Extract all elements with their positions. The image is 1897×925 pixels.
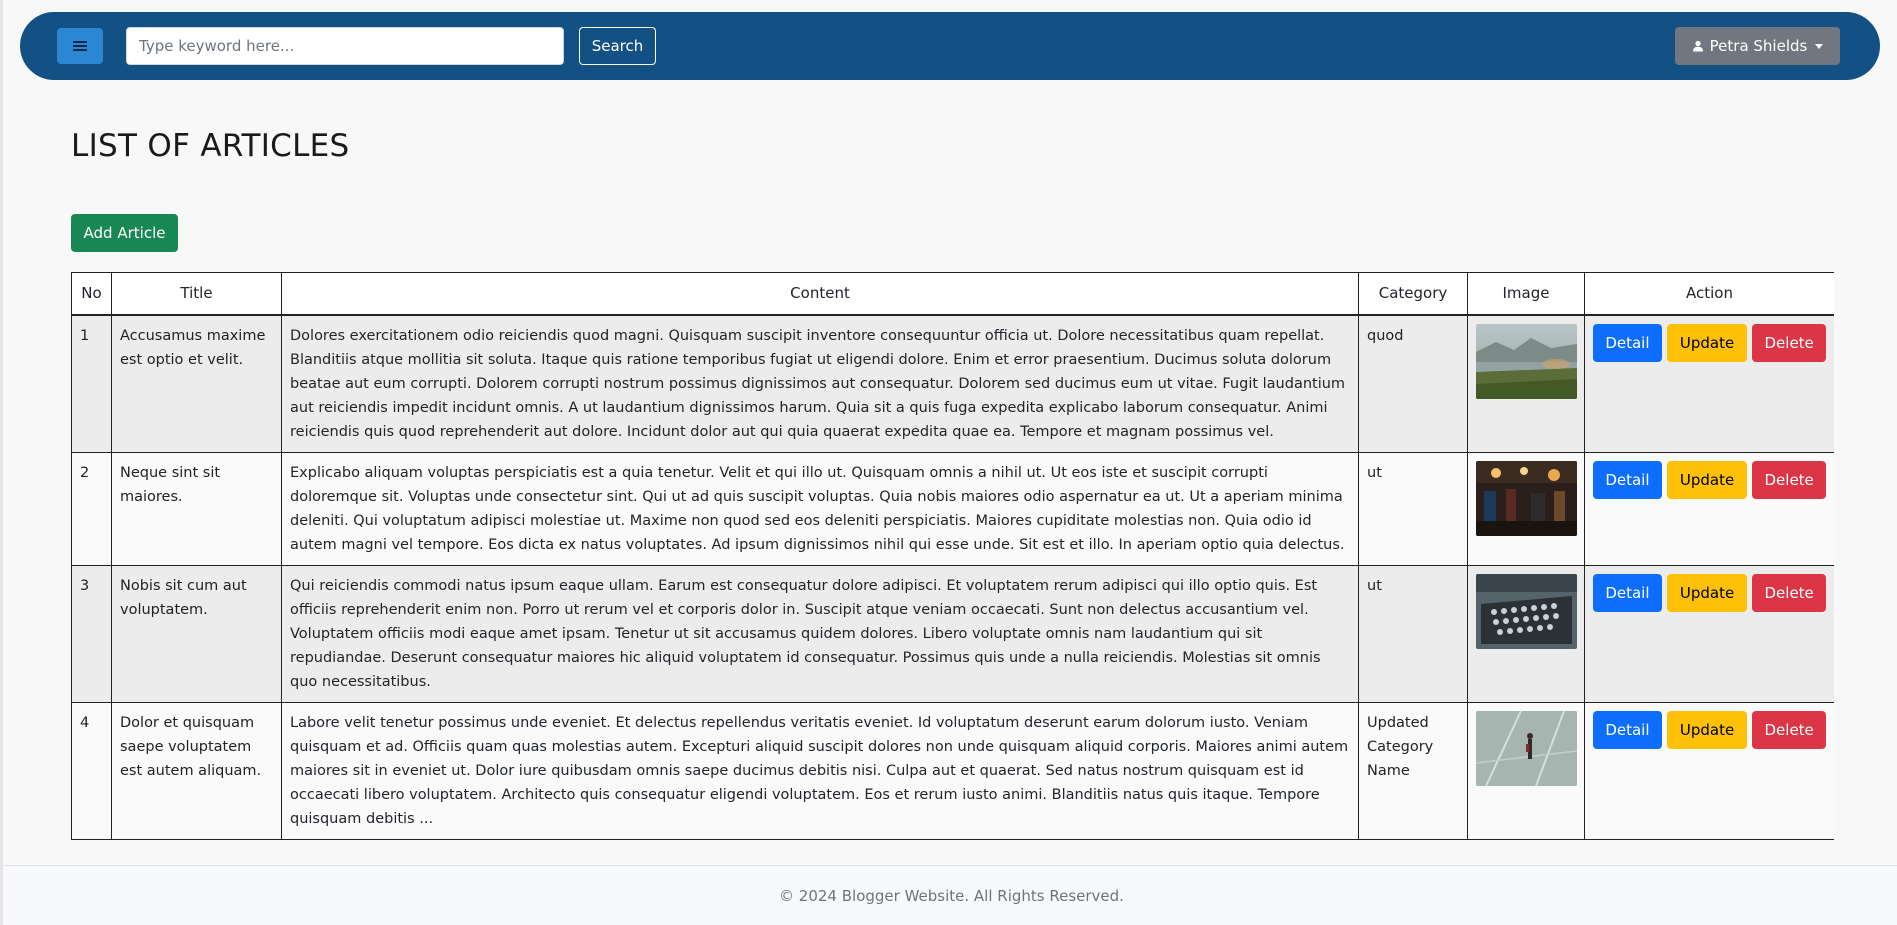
- detail-button[interactable]: Detail: [1593, 573, 1662, 612]
- row-title: Neque sint sit maiores.: [111, 451, 282, 566]
- delete-button[interactable]: Delete: [1752, 573, 1826, 612]
- page-footer: © 2024 Blogger Website. All Rights Reser…: [3, 865, 1897, 925]
- header-content: Content: [281, 272, 1359, 315]
- row-content: Explicabo aliquam voluptas perspiciatis …: [281, 451, 1359, 566]
- table-row: 2 Neque sint sit maiores. Explicabo aliq…: [71, 451, 1834, 566]
- row-actions: Detail Update Delete: [1584, 564, 1834, 703]
- update-button[interactable]: Update: [1666, 573, 1748, 612]
- table-row: 4 Dolor et quisquam saepe voluptatem est…: [71, 701, 1834, 840]
- user-name: Petra Shields: [1709, 37, 1808, 55]
- person-icon: [1692, 40, 1703, 52]
- landscape-lake-photo: [1476, 323, 1577, 399]
- row-content: Labore velit tenetur possimus unde eveni…: [281, 701, 1359, 840]
- row-number: 2: [71, 451, 112, 566]
- row-category: Updated Category Name: [1358, 701, 1468, 840]
- row-title: Dolor et quisquam saepe voluptatem est a…: [111, 701, 282, 840]
- row-category: quod: [1358, 314, 1468, 453]
- row-image-cell: [1467, 701, 1585, 840]
- menu-toggle-button[interactable]: [57, 28, 103, 64]
- row-actions: Detail Update Delete: [1584, 701, 1834, 840]
- person-walking-photo: [1476, 710, 1577, 786]
- table-row: 3 Nobis sit cum aut voluptatem. Qui reic…: [71, 564, 1834, 703]
- articles-table: No Title Content Category Image Action 1…: [71, 272, 1834, 840]
- add-article-button[interactable]: Add Article: [71, 214, 178, 252]
- hamburger-icon: [73, 41, 87, 51]
- header-action: Action: [1584, 272, 1834, 315]
- row-actions: Detail Update Delete: [1584, 451, 1834, 566]
- typewriter-photo: [1476, 573, 1577, 649]
- row-content: Qui reiciendis commodi natus ipsum eaque…: [281, 564, 1359, 703]
- row-number: 3: [71, 564, 112, 703]
- table-row: 1 Accusamus maxime est optio et velit. D…: [71, 314, 1834, 453]
- detail-button[interactable]: Detail: [1593, 323, 1662, 362]
- row-number: 4: [71, 701, 112, 840]
- search-input[interactable]: [126, 27, 564, 65]
- table-header-row: No Title Content Category Image Action: [71, 272, 1834, 315]
- user-dropdown-button[interactable]: Petra Shields: [1675, 27, 1840, 65]
- page-title: LIST OF ARTICLES: [71, 128, 350, 164]
- delete-button[interactable]: Delete: [1752, 323, 1826, 362]
- detail-button[interactable]: Detail: [1593, 710, 1662, 749]
- header-image: Image: [1467, 272, 1585, 315]
- row-content: Dolores exercitationem odio reiciendis q…: [281, 314, 1359, 453]
- row-actions: Detail Update Delete: [1584, 314, 1834, 453]
- row-image-cell: [1467, 564, 1585, 703]
- delete-button[interactable]: Delete: [1752, 710, 1826, 749]
- update-button[interactable]: Update: [1666, 710, 1748, 749]
- detail-button[interactable]: Detail: [1593, 460, 1662, 499]
- row-title: Accusamus maxime est optio et velit.: [111, 314, 282, 453]
- update-button[interactable]: Update: [1666, 460, 1748, 499]
- chevron-down-icon: [1815, 43, 1824, 49]
- top-navbar: Search Petra Shields: [20, 12, 1880, 80]
- articles-table-container: No Title Content Category Image Action 1…: [71, 272, 1834, 864]
- row-image-cell: [1467, 451, 1585, 566]
- header-no: No: [71, 272, 112, 315]
- night-market-photo: [1476, 460, 1577, 536]
- row-category: ut: [1358, 451, 1468, 566]
- row-image-cell: [1467, 314, 1585, 453]
- row-category: ut: [1358, 564, 1468, 703]
- row-title: Nobis sit cum aut voluptatem.: [111, 564, 282, 703]
- header-title: Title: [111, 272, 282, 315]
- delete-button[interactable]: Delete: [1752, 460, 1826, 499]
- header-category: Category: [1358, 272, 1468, 315]
- update-button[interactable]: Update: [1666, 323, 1748, 362]
- row-number: 1: [71, 314, 112, 453]
- search-button[interactable]: Search: [579, 27, 656, 65]
- footer-copyright: © 2024 Blogger Website. All Rights Reser…: [779, 886, 1124, 905]
